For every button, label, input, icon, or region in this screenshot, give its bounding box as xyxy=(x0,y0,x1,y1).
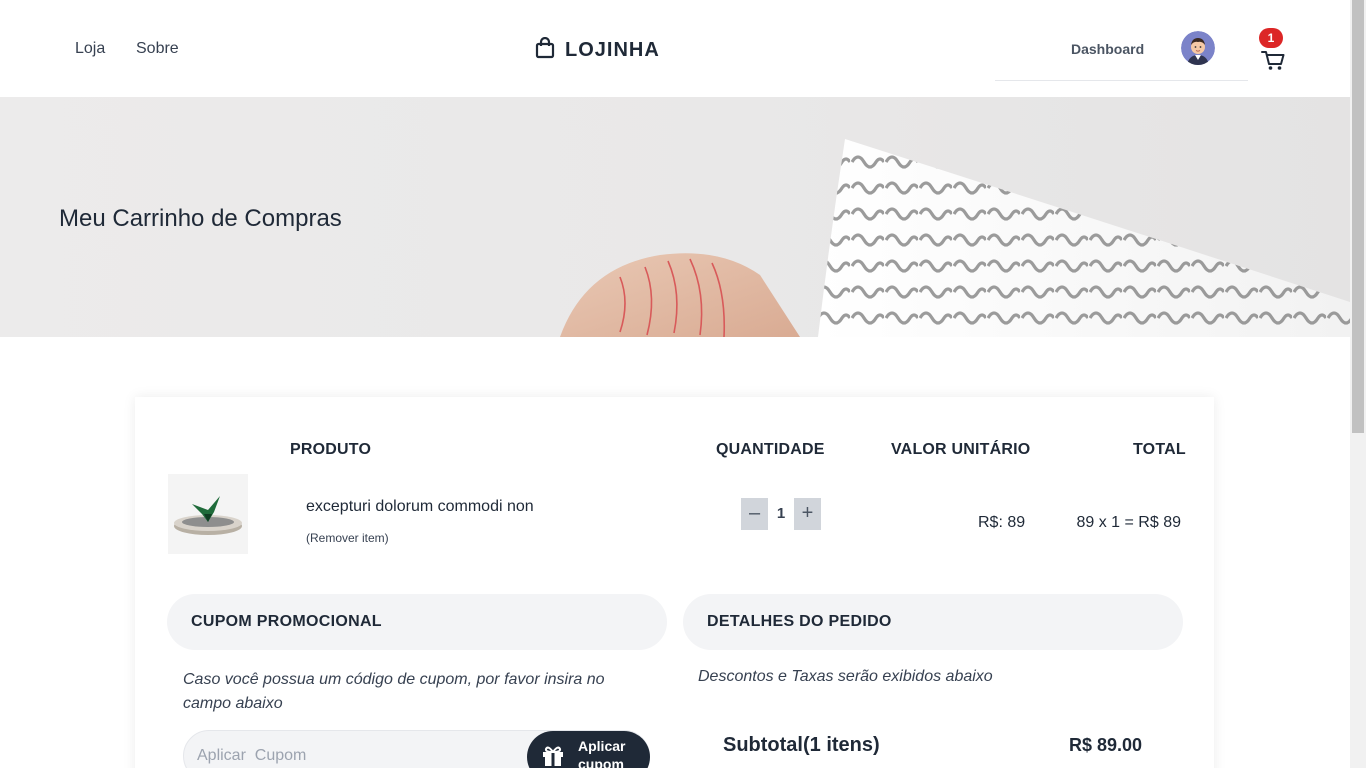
product-thumbnail[interactable] xyxy=(168,474,248,554)
header-divider xyxy=(995,80,1248,81)
coupon-heading: CUPOM PROMOCIONAL xyxy=(191,613,382,630)
brand-logo[interactable]: LOJINHA xyxy=(535,36,660,64)
remove-item-link[interactable]: (Remover item) xyxy=(306,531,389,545)
column-header-unit-price: VALOR UNITÁRIO xyxy=(891,441,1031,458)
column-header-product: PRODUTO xyxy=(290,441,372,458)
shopping-bag-icon xyxy=(535,36,555,64)
cart-icon[interactable] xyxy=(1260,48,1286,72)
subtotal-label: Subtotal(1 itens) xyxy=(723,734,880,756)
hero-banner: Meu Carrinho de Compras xyxy=(0,97,1350,337)
cart-card: PRODUTO QUANTIDADE VALOR UNITÁRIO TOTAL … xyxy=(135,397,1214,768)
order-details-heading: DETALHES DO PEDIDO xyxy=(707,613,892,630)
nav-link-loja[interactable]: Loja xyxy=(75,40,105,58)
product-name[interactable]: excepturi dolorum commodi non xyxy=(306,498,534,516)
line-total: 89 x 1 = R$ 89 xyxy=(1076,514,1181,531)
dashboard-link[interactable]: Dashboard xyxy=(1071,41,1144,57)
quantity-decrement-button[interactable]: – xyxy=(741,498,768,530)
column-header-quantity: QUANTIDADE xyxy=(716,441,825,458)
user-avatar[interactable] xyxy=(1181,31,1215,65)
apply-coupon-button[interactable]: Aplicar cupom xyxy=(527,731,650,768)
coupon-instructions: Caso você possua um código de cupom, por… xyxy=(183,671,605,712)
order-details-panel-header: DETALHES DO PEDIDO xyxy=(683,594,1183,650)
page-scrollbar[interactable] xyxy=(1350,0,1366,768)
coupon-panel-header: CUPOM PROMOCIONAL xyxy=(167,594,667,650)
page-title: Meu Carrinho de Compras xyxy=(59,205,342,232)
cart-count-badge: 1 xyxy=(1259,28,1283,48)
quantity-increment-button[interactable]: + xyxy=(794,498,821,530)
gift-icon xyxy=(541,744,565,768)
quantity-value[interactable]: 1 xyxy=(768,498,794,530)
column-header-total: TOTAL xyxy=(1133,441,1186,458)
brand-title: LOJINHA xyxy=(565,39,660,61)
apply-coupon-label: Aplicar cupom xyxy=(578,738,626,768)
scrollbar-thumb[interactable] xyxy=(1352,0,1364,433)
quantity-stepper: – 1 + xyxy=(741,498,821,530)
subtotal-value: R$ 89.00 xyxy=(1069,735,1143,755)
order-details-note: Descontos e Taxas serão exibidos abaixo xyxy=(698,668,993,685)
top-header: Loja Sobre LOJINHA Dashboard 1 xyxy=(0,0,1350,97)
nav-link-sobre[interactable]: Sobre xyxy=(136,40,179,58)
unit-price: R$: 89 xyxy=(978,514,1026,531)
